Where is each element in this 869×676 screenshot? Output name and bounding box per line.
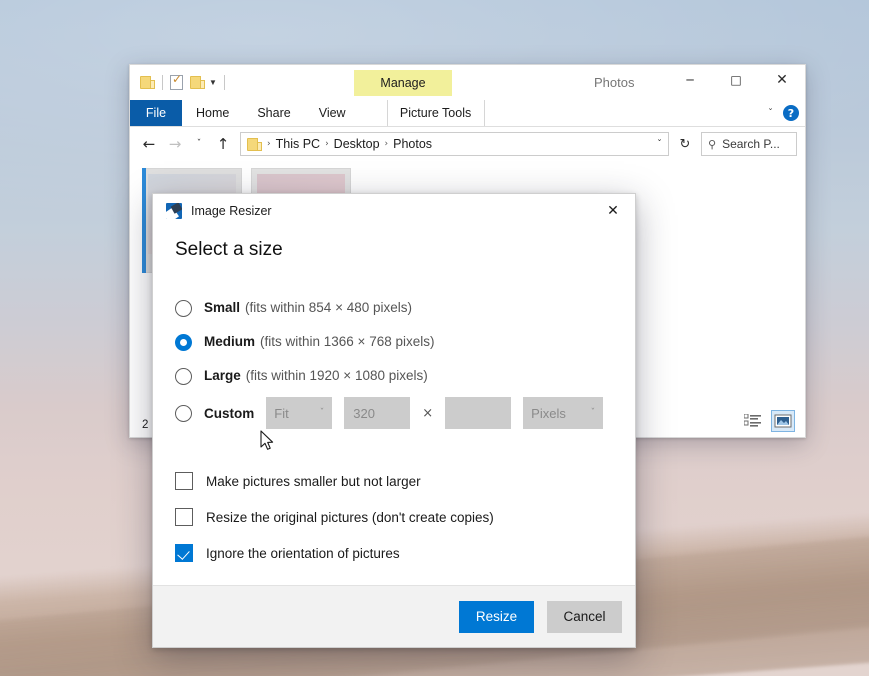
chevron-down-icon[interactable]: ▼ xyxy=(209,78,217,87)
tab-view[interactable]: View xyxy=(305,100,360,126)
refresh-button[interactable]: ↻ xyxy=(673,132,697,156)
checkbox-resize-originals[interactable]: Resize the original pictures (don't crea… xyxy=(175,499,613,535)
radio-small-icon[interactable] xyxy=(175,299,192,317)
dialog-title-bar: Image Resizer ✕ xyxy=(153,194,635,228)
radio-small-label-wrap: Small (fits within 854 × 480 pixels) xyxy=(204,299,412,317)
image-resizer-icon xyxy=(166,203,182,219)
status-item-count: 2 xyxy=(142,419,149,431)
size-options-group[interactable]: Small (fits within 854 × 480 pixels) Medi… xyxy=(175,291,613,433)
checkbox-smaller-not-larger[interactable]: Make pictures smaller but not larger xyxy=(175,463,613,499)
breadcrumb-separator-1: › xyxy=(325,139,329,149)
radio-large-label: Large xyxy=(204,368,241,383)
breadcrumb-separator-0: › xyxy=(267,139,271,149)
new-folder-icon[interactable] xyxy=(190,76,205,89)
tab-home[interactable]: Home xyxy=(182,100,243,126)
radio-large-description: (fits within 1920 × 1080 pixels) xyxy=(245,368,428,383)
radio-small-label: Small xyxy=(204,300,241,315)
fit-mode-value: Fit xyxy=(274,405,289,421)
radio-medium-description: (fits within 1366 × 768 pixels) xyxy=(260,334,435,349)
breadcrumb-item-desktop[interactable]: Desktop xyxy=(334,137,380,151)
quick-access-toolbar[interactable]: ▼ xyxy=(130,65,225,100)
custom-width-input[interactable]: 320 xyxy=(344,397,411,429)
back-button[interactable]: ← xyxy=(138,132,160,156)
breadcrumb-item-this-pc[interactable]: This PC xyxy=(276,137,320,151)
breadcrumb-item-photos[interactable]: Photos xyxy=(393,137,432,151)
toolbar-divider-2 xyxy=(223,75,225,90)
resize-button[interactable]: Resize xyxy=(459,600,534,633)
recent-locations-button[interactable]: ˇ xyxy=(190,132,208,156)
large-icons-view-glyph xyxy=(774,414,792,428)
properties-icon[interactable] xyxy=(170,72,183,90)
radio-large-label-wrap: Large (fits within 1920 × 1080 pixels) xyxy=(204,367,428,385)
fit-mode-select[interactable]: Fit ˇ xyxy=(266,397,333,429)
unit-value: Pixels xyxy=(531,405,566,421)
window-controls[interactable]: ─ □ ✕ xyxy=(667,65,805,95)
radio-small-description: (fits within 854 × 480 pixels) xyxy=(245,300,412,315)
tab-file[interactable]: File xyxy=(130,100,182,126)
checkbox-resize-originals-box[interactable] xyxy=(175,508,193,526)
checkbox-resize-originals-label: Resize the original pictures (don't crea… xyxy=(206,509,494,525)
image-resizer-dialog[interactable]: Image Resizer ✕ Select a size Small (fits… xyxy=(152,193,636,648)
explorer-title-bar: ▼ Manage Photos ─ □ ✕ xyxy=(130,65,805,100)
contextual-tab-label: Manage xyxy=(380,76,426,90)
details-view-glyph xyxy=(744,414,761,427)
forward-button[interactable]: → xyxy=(164,132,186,156)
search-placeholder: Search P... xyxy=(722,137,780,151)
tab-share[interactable]: Share xyxy=(243,100,304,126)
chevron-down-icon[interactable]: ˇ xyxy=(657,139,662,150)
minimize-button[interactable]: ─ xyxy=(667,65,713,95)
dialog-body: Select a size Small (fits within 854 × 48… xyxy=(153,228,635,585)
selection-indicator xyxy=(142,168,146,273)
tab-picture-tools[interactable]: Picture Tools xyxy=(386,100,485,126)
radio-custom-label: Custom xyxy=(204,405,255,421)
checkbox-ignore-orientation-label: Ignore the orientation of pictures xyxy=(206,545,400,561)
dialog-close-button[interactable]: ✕ xyxy=(591,195,635,227)
search-input[interactable]: ⚲ Search P... xyxy=(701,132,797,156)
radio-option-medium[interactable]: Medium (fits within 1366 × 768 pixels) xyxy=(175,325,613,359)
radio-large-icon[interactable] xyxy=(175,367,192,385)
folder-icon[interactable] xyxy=(140,76,155,89)
view-toggle-group[interactable] xyxy=(741,410,795,432)
toolbar-divider xyxy=(162,75,163,90)
breadcrumb[interactable]: › This PC › Desktop › Photos ˇ xyxy=(240,132,669,156)
unit-select[interactable]: Pixels ˇ xyxy=(523,397,604,429)
window-title: Photos xyxy=(594,75,635,90)
dialog-footer: Resize Cancel xyxy=(153,585,635,647)
checkbox-smaller-not-larger-box[interactable] xyxy=(175,472,193,490)
options-group[interactable]: Make pictures smaller but not larger Res… xyxy=(175,463,613,571)
large-icons-view-icon[interactable] xyxy=(771,410,795,432)
checkbox-ignore-orientation[interactable]: Ignore the orientation of pictures xyxy=(175,535,613,571)
search-icon: ⚲ xyxy=(708,137,717,151)
chevron-down-icon: ˇ xyxy=(590,408,596,418)
checkbox-smaller-not-larger-label: Make pictures smaller but not larger xyxy=(206,473,421,489)
close-button[interactable]: ✕ xyxy=(759,65,805,95)
radio-option-large[interactable]: Large (fits within 1920 × 1080 pixels) xyxy=(175,359,613,393)
checkbox-ignore-orientation-box[interactable] xyxy=(175,544,193,562)
chevron-down-icon: ˇ xyxy=(319,408,325,418)
radio-custom-icon[interactable] xyxy=(175,404,192,422)
help-icon[interactable]: ? xyxy=(783,105,799,121)
ribbon-tabs[interactable]: File Home Share View Picture Tools ˇ ? xyxy=(130,100,805,127)
dialog-title: Image Resizer xyxy=(191,204,272,218)
page-title: Select a size xyxy=(175,239,283,260)
maximize-button[interactable]: □ xyxy=(713,65,759,95)
collapse-ribbon-icon[interactable]: ˇ xyxy=(768,108,773,119)
radio-option-small[interactable]: Small (fits within 854 × 480 pixels) xyxy=(175,291,613,325)
breadcrumb-separator-2: › xyxy=(384,139,389,149)
radio-medium-label: Medium xyxy=(204,334,256,349)
contextual-tab-header[interactable]: Manage xyxy=(354,70,452,96)
details-view-icon[interactable] xyxy=(741,410,765,432)
dimension-separator: × xyxy=(422,405,434,421)
cancel-button[interactable]: Cancel xyxy=(547,600,622,633)
address-bar[interactable]: ← → ˇ ↑ › This PC › Desktop › Photos ˇ ↻… xyxy=(130,127,805,161)
breadcrumb-folder-icon xyxy=(247,137,262,151)
ribbon-right-controls[interactable]: ˇ ? xyxy=(768,100,799,126)
radio-option-custom[interactable]: Custom Fit ˇ 320 × Pixels ˇ xyxy=(175,393,613,433)
custom-height-input[interactable] xyxy=(445,397,512,429)
radio-medium-label-wrap: Medium (fits within 1366 × 768 pixels) xyxy=(204,333,434,351)
radio-medium-icon[interactable] xyxy=(175,333,192,351)
up-button[interactable]: ↑ xyxy=(212,132,234,156)
